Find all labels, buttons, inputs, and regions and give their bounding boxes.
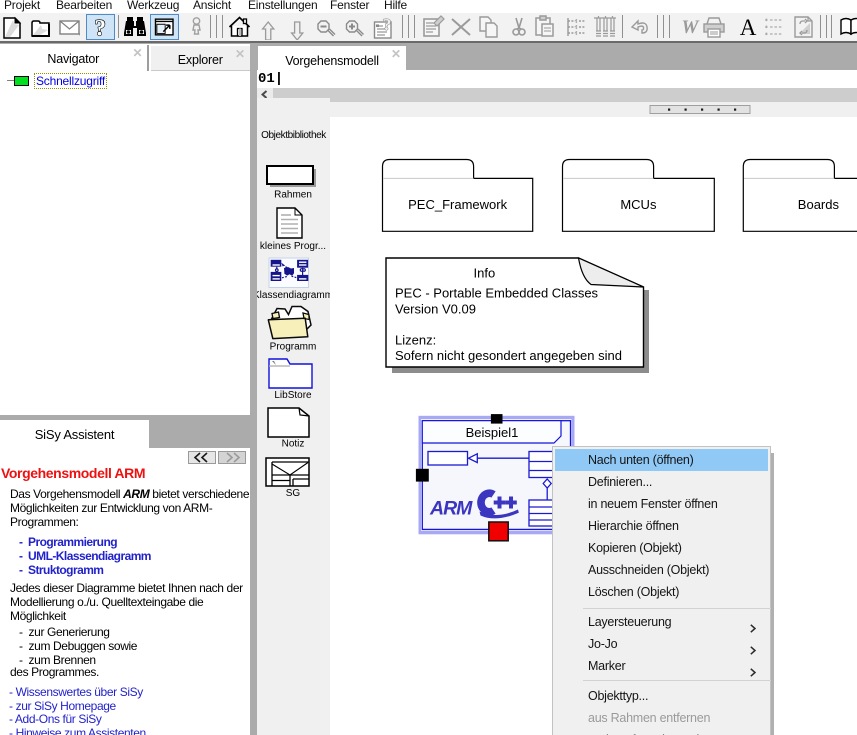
svg-text:ARM: ARM [429, 498, 473, 520]
svg-text:Klassendiagramm: Klassendiagramm [257, 290, 330, 301]
svg-text:A: A [740, 15, 757, 40]
svg-text:?: ? [94, 15, 106, 39]
svg-text:PEC - Portable Embedded Classe: PEC - Portable Embedded Classes [395, 286, 599, 301]
svg-text:SG: SG [286, 488, 301, 499]
svg-text:Boards: Boards [798, 197, 840, 212]
svg-text:MCUs: MCUs [620, 197, 657, 212]
svg-text:Info: Info [474, 266, 496, 281]
svg-text:Sofern nicht gesondert angegeb: Sofern nicht gesondert angegeben sind [395, 348, 622, 363]
svg-text:Version V0.09: Version V0.09 [395, 302, 476, 317]
svg-text:kleines Progr...: kleines Progr... [260, 241, 326, 252]
svg-text:Lizenz:: Lizenz: [395, 333, 436, 348]
svg-text:Programm: Programm [270, 342, 317, 353]
svg-text:Notiz: Notiz [282, 439, 305, 450]
svg-text:?: ? [383, 15, 392, 34]
svg-text:Rahmen: Rahmen [274, 190, 312, 201]
svg-text:PEC_Framework: PEC_Framework [408, 197, 507, 212]
svg-text:LibStore: LibStore [274, 390, 312, 401]
svg-text:W: W [682, 17, 700, 38]
svg-text:Beispiel1: Beispiel1 [466, 425, 519, 440]
